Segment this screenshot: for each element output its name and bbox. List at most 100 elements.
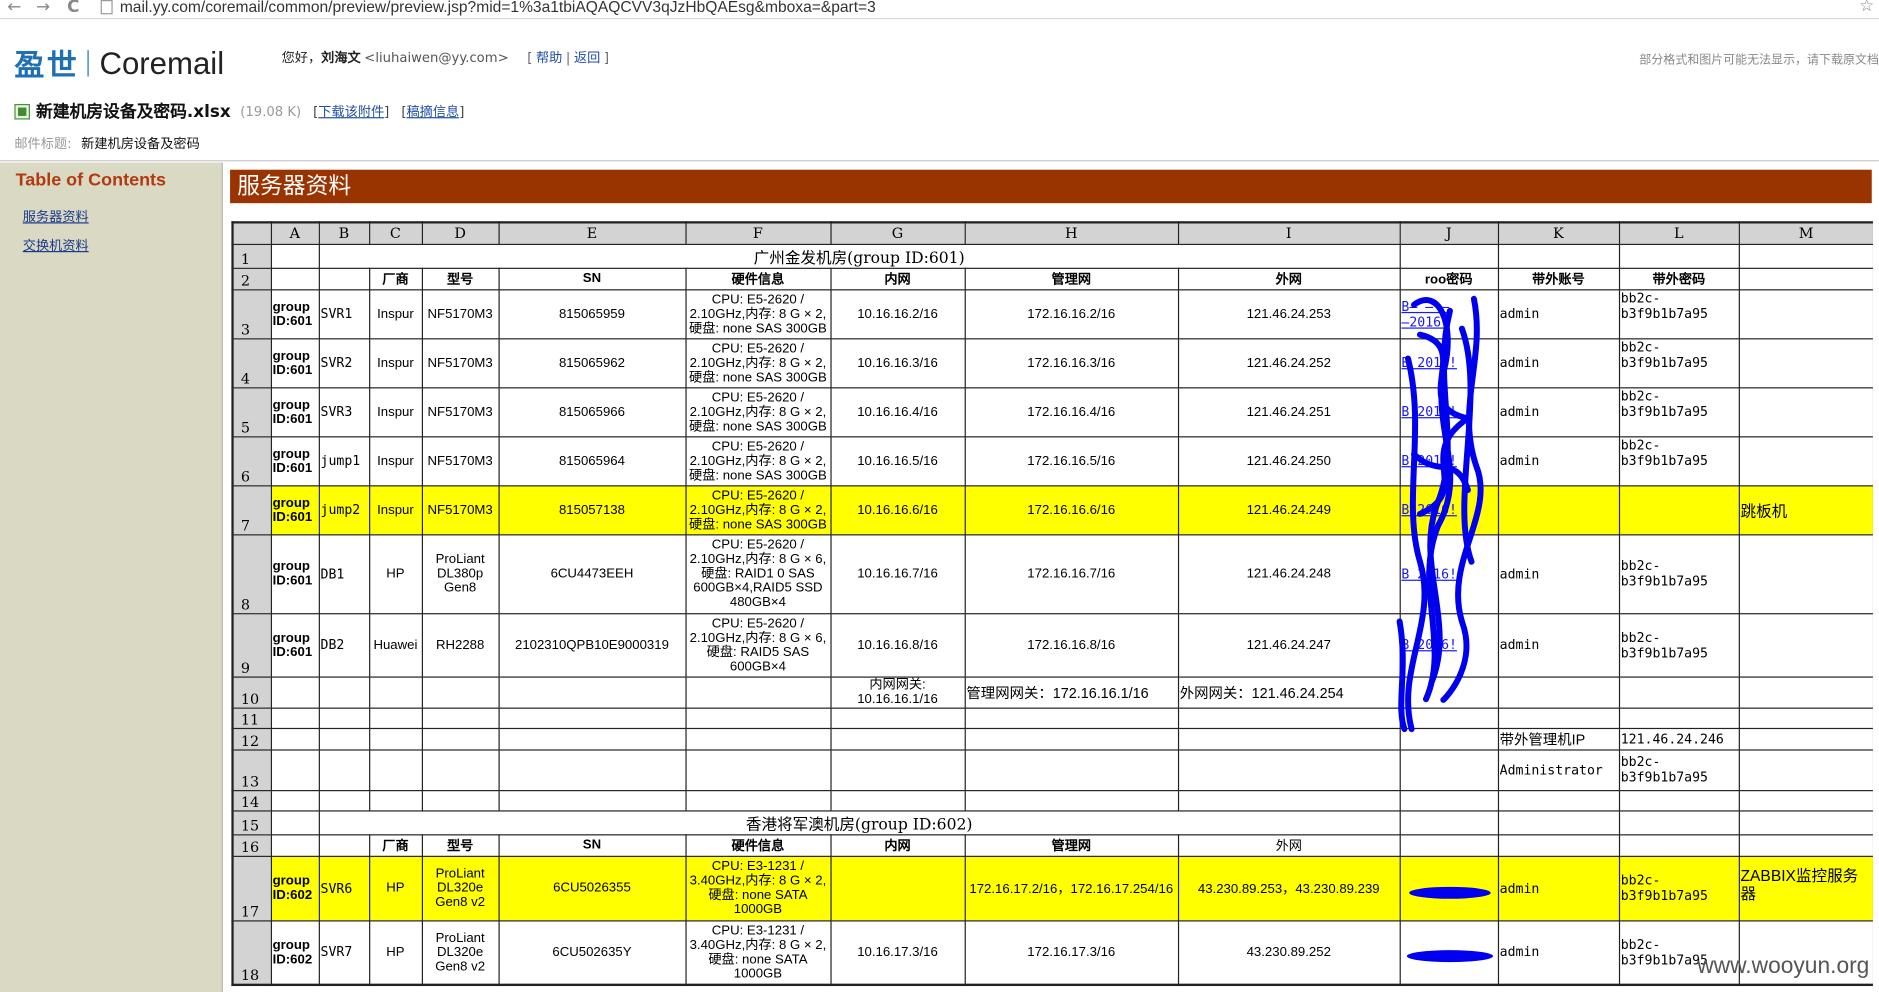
cell-empty [1399,243,1499,269]
cell-hardware: CPU: E3-1231 / 3.40GHz,内存: 8 G × 2, 硬盘: … [684,919,832,986]
bookmark-star-icon[interactable]: ☆ [1859,0,1874,16]
table-row: 8 group ID:601 DB1 HP ProLiant DL380p Ge… [231,533,1873,614]
table-row: 2 厂商 型号 SN 硬件信息 内网 管理网 外网 roo密码 带外账号 带外密… [231,267,1873,290]
cell-oob-user: admin [1497,435,1620,486]
toc-title: Table of Contents [15,169,167,191]
cell-model: NF5170M3 [421,386,500,437]
column-header-row: A B C D E F G H I J K L M [231,221,1873,245]
coremail-logo: 盈世 Coremail [14,44,224,83]
cell-mgmt: 172.16.16.6/16 [964,484,1179,535]
cell-group: group ID:601 [270,435,320,486]
cell-oob-password: bb2c-b3f9b1b7a95 [1618,337,1740,388]
cell-wan: 121.46.24.250 [1177,435,1401,486]
cell-lan: 10.16.16.6/16 [829,484,966,535]
cell-vendor: Inspur [368,484,423,535]
cell-empty [1738,267,1873,290]
cell-lan: 10.16.16.3/16 [829,337,966,388]
cell-lan: 10.16.16.5/16 [829,435,966,486]
cell-empty [497,675,687,709]
header-mgmt: 管理网 [964,267,1179,290]
cell-model: ProLiant DL380p Gen8 [421,533,500,614]
toc-link-switches[interactable]: 交换机资料 [23,235,222,254]
cell-empty [1738,675,1873,709]
col-header-l[interactable]: L [1618,221,1740,245]
cell-lan: 10.16.17.3/16 [829,919,966,986]
header-model: 型号 [421,267,500,290]
header-lan: 内网 [829,833,966,857]
header-root-password: roo密码 [1399,267,1499,290]
header-sn: SN [497,833,687,857]
table-row: 13 Administrator bb2c-b3f9b1b7a95 [231,748,1873,791]
col-header-f[interactable]: F [684,221,832,245]
link-divider: | [565,50,571,66]
cell-hardware: CPU: E5-2620 / 2.10GHz,内存: 8 G × 6, 硬盘: … [684,533,832,614]
cell-vendor: Inspur [368,337,423,388]
cell-empty [1738,288,1873,339]
sheet-scroll-area[interactable]: A B C D E F G H I J K L M 1 广州金发机房(group… [231,221,1873,992]
col-header-c[interactable]: C [368,221,423,245]
cell-oob-user: admin [1497,337,1620,388]
col-header-d[interactable]: D [421,221,500,245]
cell-model: NF5170M3 [421,337,500,388]
datacenter-title-hk: 香港将军澳机房(group ID:602) [318,809,1401,835]
cell-admin-user: Administrator [1497,748,1620,791]
mail-header: 盈世 Coremail 您好，刘海文 <liuhaiwen@yy.com> [帮助… [0,20,1879,162]
cell-empty [1738,435,1873,486]
col-header-k[interactable]: K [1497,221,1620,245]
help-link[interactable]: 帮助 [536,50,562,66]
cell-empty [1738,612,1873,678]
cell-mgmt: 172.16.16.7/16 [964,533,1179,614]
col-header-m[interactable]: M [1738,221,1873,245]
header-wan: 外网 [1177,267,1401,290]
attachment-line: 新建机房设备及密码.xlsx (19.08 K) [下载该附件] [稿摘信息] [14,99,464,123]
summary-info-link[interactable]: 稿摘信息 [406,102,459,121]
sheet-panel: 服务器资料 A B C D E F G H I J K L M 1 广州金发机房… [224,162,1879,992]
col-header-e[interactable]: E [497,221,687,245]
col-header-h[interactable]: H [964,221,1179,245]
cell-root-password [1399,919,1499,986]
watermark: www.wooyun.org [1697,953,1870,979]
cell-lan: 10.16.16.7/16 [829,533,966,614]
row-number: 10 [231,675,272,709]
cell-vendor: Inspur [368,288,423,339]
cell-wan: 121.46.24.251 [1177,386,1401,437]
cell-root-password: B 2016! [1399,533,1499,614]
col-header-a[interactable]: A [270,221,320,245]
col-header-b[interactable]: B [318,221,370,245]
cell-lan [829,855,966,921]
forward-icon[interactable]: → [36,0,50,17]
cell-root-password [1399,855,1499,921]
cell-empty [270,243,320,269]
cell-mgmt-gateway: 管理网网关：172.16.16.1/16 [964,675,1179,709]
cell-empty [1618,243,1740,269]
cell-oob-user: admin [1497,855,1620,921]
cell-hardware: CPU: E3-1231 / 3.40GHz,内存: 8 G × 2, 硬盘: … [684,855,832,921]
cell-lan: 10.16.16.4/16 [829,386,966,437]
col-header-g[interactable]: G [829,221,966,245]
cell-model: ProLiant DL320e Gen8 v2 [421,855,500,921]
table-row-highlighted: 17 group ID:602 SVR6 HP ProLiant DL320e … [231,855,1873,921]
cell-empty [684,675,832,709]
cell-model: NF5170M3 [421,435,500,486]
cell-oob-user: admin [1497,533,1620,614]
url-field[interactable]: mail.yy.com/coremail/common/preview/prev… [120,0,876,16]
back-link[interactable]: 返回 [574,50,600,66]
header-lan: 内网 [829,267,966,290]
logo-cn: 盈世 [14,47,80,83]
cell-root-password: B 2016! [1399,612,1499,678]
reload-icon[interactable]: C [67,0,79,17]
corner-cell [231,221,272,245]
row-number: 18 [231,919,272,986]
cell-sn: 6CU5026355 [497,855,687,921]
col-header-j[interactable]: J [1399,221,1499,245]
cell-sn: 6CU502635Y [497,919,687,986]
row-number: 14 [231,789,272,811]
download-attachment-link[interactable]: 下载该附件 [318,102,384,121]
cell-oob-password: bb2c-b3f9b1b7a95 [1618,855,1740,921]
user-greeting: 您好，刘海文 <liuhaiwen@yy.com> [帮助 | 返回] [282,48,613,67]
user-email: <liuhaiwen@yy.com> [364,50,509,66]
col-header-i[interactable]: I [1177,221,1401,245]
back-icon[interactable]: ← [7,0,21,17]
toc-link-servers[interactable]: 服务器资料 [23,207,222,226]
cell-note: ZABBIX监控服务器 [1738,855,1873,921]
